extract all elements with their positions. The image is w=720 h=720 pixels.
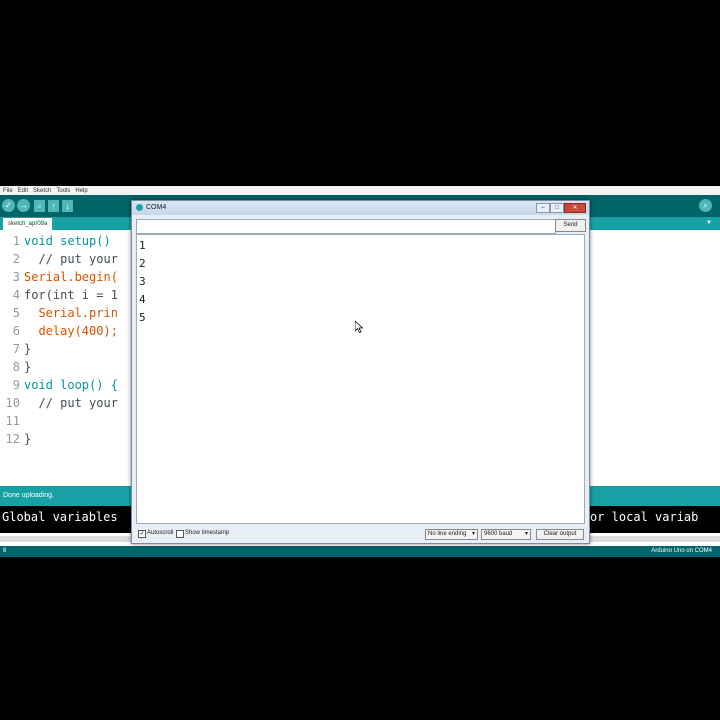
code-text: void loop() { xyxy=(24,378,118,392)
menu-edit[interactable]: Edit xyxy=(18,188,28,194)
current-line-number: 8 xyxy=(3,548,7,554)
output-line: 2 xyxy=(139,257,146,270)
console-text-right: or local variab xyxy=(590,510,699,524)
minimize-icon[interactable]: – xyxy=(536,203,550,213)
code-text: delay(400); xyxy=(24,324,118,338)
chevron-down-icon: ▾ xyxy=(524,531,528,537)
upload-icon[interactable]: → xyxy=(17,199,30,212)
console-text-left: Global variables xyxy=(2,510,118,524)
send-input[interactable] xyxy=(136,219,556,234)
serial-monitor-icon[interactable]: ⌕ xyxy=(699,199,712,212)
upload-status: Done uploading. xyxy=(3,492,54,499)
menu-bar: File Edit Sketch Tools Help xyxy=(0,186,720,195)
line-number: 9 xyxy=(12,378,20,392)
board-port-info: Arduino Uno on COM4 xyxy=(651,548,712,554)
serial-monitor-window: COM4 – □ ✕ Send 1 2 3 4 5 ✓ Autoscroll S… xyxy=(131,200,590,544)
line-number: 4 xyxy=(12,288,20,302)
line-number: 11 xyxy=(5,414,20,428)
line-number: 2 xyxy=(12,252,20,266)
timestamp-checkbox[interactable] xyxy=(176,530,184,538)
output-line: 4 xyxy=(139,293,146,306)
baud-rate-value: 9600 baud xyxy=(484,531,513,537)
clear-output-button[interactable]: Clear output xyxy=(536,529,584,540)
line-ending-value: No line ending xyxy=(428,531,467,537)
window-title: COM4 xyxy=(146,204,167,211)
line-number: 1 xyxy=(12,234,20,248)
output-line: 3 xyxy=(139,275,146,288)
line-number: 8 xyxy=(12,360,20,374)
timestamp-label: Show timestamp xyxy=(185,530,230,536)
close-icon[interactable]: ✕ xyxy=(564,203,586,213)
menu-sketch[interactable]: Sketch xyxy=(33,188,51,194)
maximize-icon[interactable]: □ xyxy=(550,203,564,213)
chevron-down-icon: ▾ xyxy=(471,531,475,537)
autoscroll-checkbox[interactable]: ✓ xyxy=(138,530,146,538)
line-number: 7 xyxy=(12,342,20,356)
line-number: 3 xyxy=(12,270,20,284)
monitor-options-bar: ✓ Autoscroll Show timestamp No line endi… xyxy=(132,525,589,543)
code-text: for(int i = 1 xyxy=(24,288,118,302)
new-sketch-icon[interactable]: ▫ xyxy=(34,200,45,212)
baud-rate-select[interactable]: 9600 baud ▾ xyxy=(481,529,531,540)
line-ending-select[interactable]: No line ending ▾ xyxy=(425,529,478,540)
output-line: 5 xyxy=(139,311,146,324)
code-text: Serial.prin xyxy=(24,306,118,320)
title-bar[interactable]: COM4 – □ ✕ xyxy=(132,201,589,215)
mouse-pointer-icon xyxy=(355,321,363,333)
code-text: } xyxy=(24,360,32,374)
save-sketch-icon[interactable]: ↓ xyxy=(62,200,73,212)
output-line: 1 xyxy=(139,239,146,252)
autoscroll-label: Autoscroll xyxy=(147,530,174,536)
code-text: } xyxy=(24,432,32,446)
line-number: 5 xyxy=(12,306,20,320)
serial-output-area[interactable]: 1 2 3 4 5 xyxy=(136,234,585,524)
verify-icon[interactable]: ✓ xyxy=(2,199,15,212)
menu-file[interactable]: File xyxy=(3,188,13,194)
code-text: // put your xyxy=(24,396,118,410)
code-text: } xyxy=(24,342,32,356)
line-number: 12 xyxy=(5,432,20,446)
arduino-icon xyxy=(136,204,143,211)
line-number: 10 xyxy=(5,396,20,410)
line-number: 6 xyxy=(12,324,20,338)
bottom-bar: 8 Arduino Uno on COM4 xyxy=(0,546,720,557)
tab-menu-icon[interactable]: ▼ xyxy=(706,220,712,226)
code-text: void setup() xyxy=(24,234,111,248)
send-button[interactable]: Send xyxy=(555,219,586,232)
code-text: // put your xyxy=(24,252,118,266)
code-text: Serial.begin( xyxy=(24,270,118,284)
tab-sketch[interactable]: sketch_apr09a xyxy=(3,218,53,230)
open-sketch-icon[interactable]: ↑ xyxy=(48,200,59,212)
menu-help[interactable]: Help xyxy=(75,188,87,194)
menu-tools[interactable]: Tools xyxy=(56,188,70,194)
